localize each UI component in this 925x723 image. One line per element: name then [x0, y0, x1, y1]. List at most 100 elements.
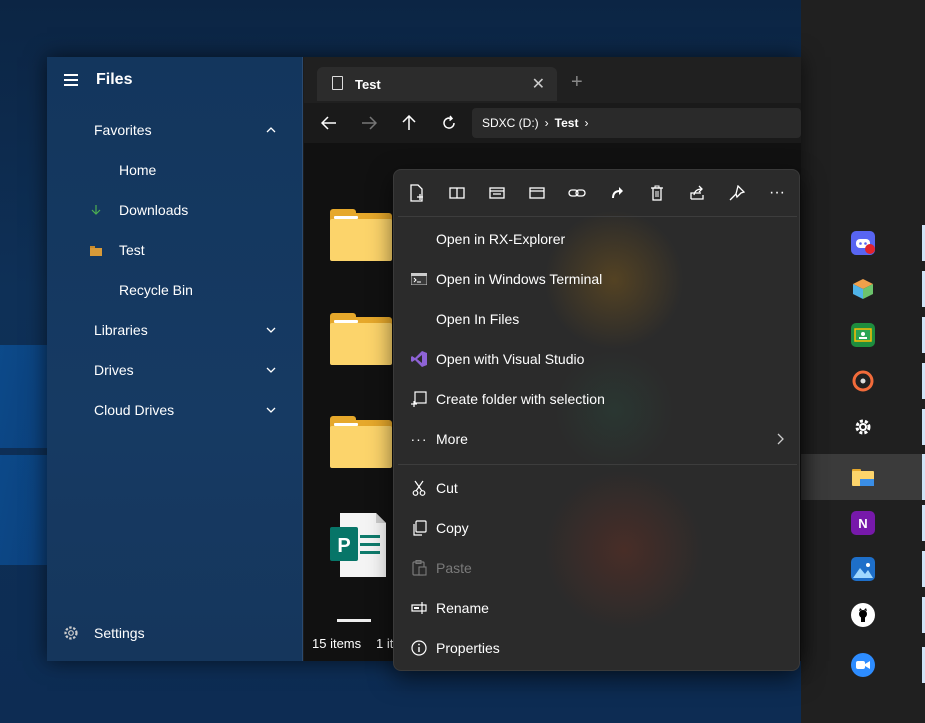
sidebar-item-cloud-drives[interactable]: Cloud Drives	[47, 393, 303, 427]
menu-item-open-in-rx-explorer[interactable]: Open in RX-Explorer	[398, 221, 797, 257]
menu-item-label: Open in RX-Explorer	[436, 231, 566, 247]
chevron-up-icon[interactable]	[265, 124, 277, 136]
taskbar-discord[interactable]	[801, 220, 925, 266]
chevron-down-icon[interactable]	[265, 324, 277, 336]
sidebar-item-test[interactable]: Test	[47, 233, 303, 267]
folder-item[interactable]	[330, 416, 392, 468]
menu-item-label: Rename	[436, 600, 489, 616]
open-in-new-tab-icon[interactable]	[525, 181, 549, 205]
sidebar-item-downloads[interactable]: Downloads	[47, 193, 303, 227]
folder-item[interactable]	[330, 313, 392, 365]
open-in-new-window-icon[interactable]	[485, 181, 509, 205]
up-arrow-icon[interactable]	[397, 111, 421, 135]
github-icon	[851, 603, 875, 627]
sidebar-item-label: Home	[119, 162, 157, 178]
settings-label: Settings	[94, 625, 145, 641]
item-count: 15 items	[312, 635, 362, 651]
taskbar-github[interactable]	[801, 592, 925, 638]
taskbar-settings[interactable]	[801, 404, 925, 450]
sidebar-item-home[interactable]: Home	[47, 153, 303, 187]
close-icon[interactable]: ✕	[532, 74, 545, 94]
menu-item-paste[interactable]: Paste	[398, 550, 797, 586]
info-icon	[410, 639, 428, 657]
menu-item-label: More	[436, 431, 468, 447]
publisher-file-icon[interactable]: P	[330, 513, 386, 577]
terminal-icon	[410, 270, 428, 288]
svg-text:P: P	[337, 535, 350, 557]
menu-item-label: Paste	[436, 560, 472, 576]
selected-count: 1 it	[376, 635, 394, 651]
menu-item-label: Open with Visual Studio	[436, 351, 585, 367]
notification-badge	[865, 244, 875, 254]
menu-item-cut[interactable]: Cut	[398, 470, 797, 506]
link-icon[interactable]	[565, 181, 589, 205]
paste-icon	[410, 559, 428, 577]
folder-item[interactable]	[330, 209, 392, 261]
taskbar-onenote[interactable]: N	[801, 500, 925, 546]
new-folder-icon	[410, 390, 428, 408]
share-icon[interactable]	[685, 181, 709, 205]
sidebar-item-label: Downloads	[119, 202, 189, 218]
taskbar-app-3d[interactable]	[801, 266, 925, 312]
rename-icon	[410, 599, 428, 617]
menu-item-create-folder-with-selection[interactable]: Create folder with selection	[398, 381, 797, 417]
taskbar-music[interactable]	[801, 358, 925, 404]
sidebar-item-label: Recycle Bin	[119, 282, 193, 298]
chevron-right-icon[interactable]: ›	[584, 116, 588, 130]
taskbar-photos[interactable]	[801, 546, 925, 592]
more-options-icon[interactable]: ···	[765, 181, 789, 205]
menu-item-properties[interactable]: Properties	[398, 630, 797, 666]
split-pane-icon[interactable]	[445, 181, 469, 205]
menu-item-label: Create folder with selection	[436, 391, 605, 407]
chevron-right-icon[interactable]: ›	[545, 116, 549, 130]
menu-item-label: Open In Files	[436, 311, 520, 327]
menu-item-open-with-visual-studio[interactable]: Open with Visual Studio	[398, 341, 797, 377]
wallpaper-pane	[0, 455, 47, 565]
add-tab-icon[interactable]: +	[571, 71, 583, 94]
sidebar-item-recycle-bin[interactable]: Recycle Bin	[47, 273, 303, 307]
tab-test[interactable]: Test ✕	[317, 67, 557, 101]
sidebar-item-label: Drives	[94, 362, 134, 378]
gear-icon	[64, 626, 78, 640]
taskbar-zoom[interactable]	[801, 642, 925, 688]
menu-item-open-in-files[interactable]: Open In Files	[398, 301, 797, 337]
chevron-down-icon[interactable]	[265, 404, 277, 416]
context-menu: ··· Open in RX-Explorer Open in Windows …	[393, 169, 800, 671]
navigation-toolbar: SDXC (D:) › Test ›	[304, 103, 801, 143]
folder-icon	[90, 246, 102, 256]
wallpaper-pane	[0, 345, 47, 448]
pin-icon[interactable]	[725, 181, 749, 205]
scissors-icon	[410, 479, 428, 497]
zoom-video-icon	[851, 653, 875, 677]
classroom-icon	[851, 323, 875, 347]
sidebar-item-libraries[interactable]: Libraries	[47, 313, 303, 347]
shortcut-arrow-icon[interactable]	[605, 181, 629, 205]
taskbar-files[interactable]	[801, 454, 925, 500]
breadcrumb-item[interactable]: Test	[555, 116, 579, 130]
menu-item-open-in-windows-terminal[interactable]: Open in Windows Terminal	[398, 261, 797, 297]
menu-item-rename[interactable]: Rename	[398, 590, 797, 626]
breadcrumb-item[interactable]: SDXC (D:)	[482, 116, 539, 130]
sidebar-item-drives[interactable]: Drives	[47, 353, 303, 387]
menu-item-more[interactable]: ··· More	[398, 421, 797, 457]
sidebar-settings[interactable]: Settings	[47, 617, 303, 649]
back-arrow-icon[interactable]	[317, 111, 341, 135]
divider	[398, 216, 797, 217]
new-file-icon[interactable]	[405, 181, 429, 205]
menu-item-label: Cut	[436, 480, 458, 496]
refresh-icon[interactable]	[437, 111, 461, 135]
forward-arrow-icon[interactable]	[357, 111, 381, 135]
menu-item-label: Copy	[436, 520, 469, 536]
file-item-partial	[337, 619, 371, 622]
tab-strip: Test ✕ +	[304, 57, 801, 103]
sidebar-item-label: Test	[119, 242, 145, 258]
copy-icon	[410, 519, 428, 537]
taskbar-classroom[interactable]	[801, 312, 925, 358]
tab-label: Test	[355, 77, 381, 92]
delete-icon[interactable]	[645, 181, 669, 205]
chevron-down-icon[interactable]	[265, 364, 277, 376]
sidebar-item-favorites[interactable]: Favorites	[47, 113, 303, 147]
menu-item-copy[interactable]: Copy	[398, 510, 797, 546]
sidebar-item-label: Libraries	[94, 322, 148, 338]
hamburger-menu-icon[interactable]	[64, 74, 78, 86]
